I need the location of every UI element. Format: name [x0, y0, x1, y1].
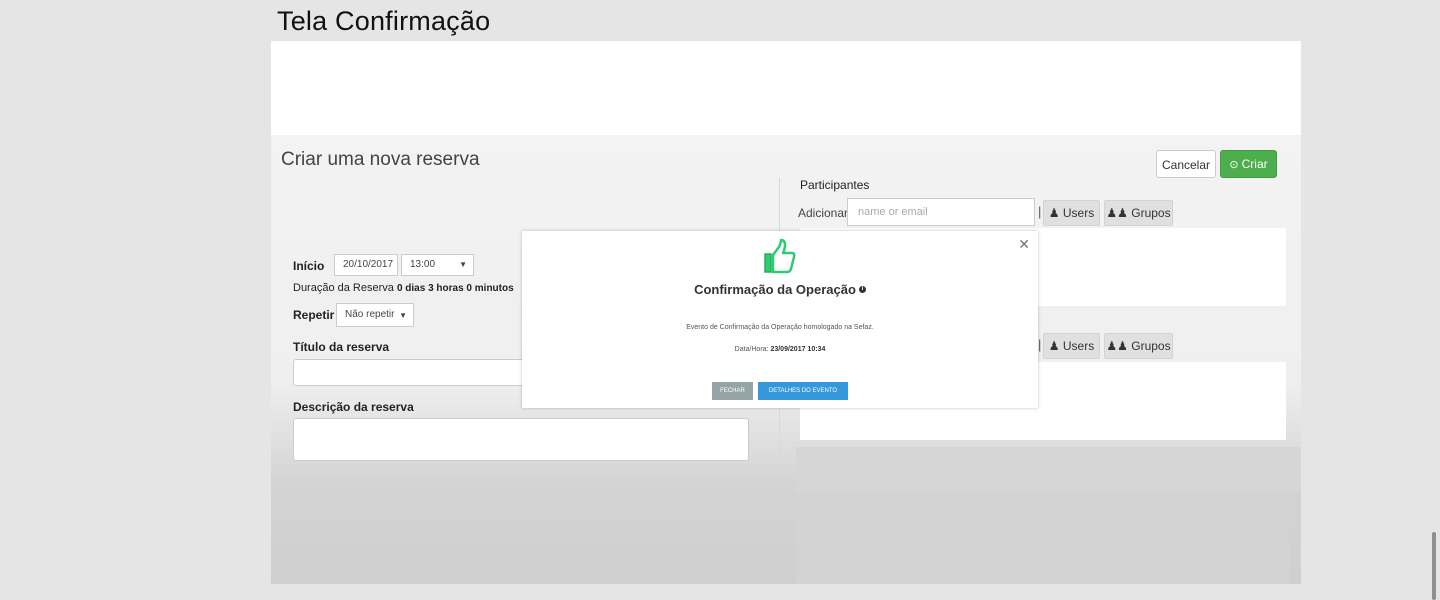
group-icon: ♟♟: [1106, 206, 1128, 220]
time-select[interactable]: 13:00 ▼: [401, 254, 474, 276]
users-button-label: Users: [1062, 339, 1095, 353]
repetir-label: Repetir: [293, 308, 335, 322]
panel-footer-shade: [796, 491, 1289, 584]
user-icon: ♟: [1048, 339, 1060, 353]
frame-header-area: [271, 41, 1301, 135]
modal-date-label: Data/Hora:: [734, 346, 769, 353]
modal-title-text: Confirmação da Operação: [694, 282, 856, 297]
chevron-down-icon: ▼: [399, 311, 407, 320]
separator: |: [1038, 204, 1042, 219]
modal-date-value: 23/09/2017 10:34: [770, 346, 826, 353]
groups-button[interactable]: ♟♟ Grupos: [1104, 333, 1173, 359]
duracao-value: 0 dias 3 horas 0 minutos: [396, 283, 514, 294]
info-icon: i: [858, 286, 866, 293]
panel-footer-shade: [796, 447, 1301, 491]
event-details-button[interactable]: DETALHES DO EVENTO: [758, 382, 848, 400]
chevron-down-icon: ▼: [459, 260, 467, 269]
modal-date: Data/Hora: 23/09/2017 10:34: [522, 346, 1038, 353]
close-button[interactable]: FECHAR: [712, 382, 753, 400]
repeat-select[interactable]: Não repetir ▼: [336, 303, 414, 327]
separator: |: [1038, 337, 1042, 352]
confirmation-modal: ✕ Confirmação da Operação i Evento de Con…: [522, 231, 1038, 408]
description-textarea[interactable]: [293, 418, 749, 461]
cancel-button[interactable]: Cancelar: [1156, 150, 1216, 178]
thumbs-up-icon: [764, 238, 796, 274]
participant-search-input[interactable]: name or email: [847, 198, 1035, 226]
groups-button-label: Grupos: [1131, 339, 1171, 353]
date-value: 20/10/2017: [343, 259, 394, 270]
date-input[interactable]: 20/10/2017: [334, 254, 398, 276]
page-scrollbar[interactable]: [1432, 532, 1436, 600]
users-button-label: Users: [1062, 206, 1095, 220]
modal-message: Evento de Confirmação da Operação homolo…: [686, 324, 874, 331]
group-icon: ♟♟: [1106, 339, 1128, 353]
add-label: Adicionar: [798, 206, 849, 220]
create-button[interactable]: ⊙ Criar: [1220, 150, 1277, 178]
participants-heading: Participantes: [800, 178, 870, 192]
time-value: 13:00: [410, 259, 436, 270]
close-icon[interactable]: ✕: [1018, 236, 1030, 253]
check-circle-icon: ⊙: [1229, 159, 1239, 171]
groups-button[interactable]: ♟♟ Grupos: [1104, 200, 1173, 226]
users-button[interactable]: ♟ Users: [1043, 333, 1100, 359]
inicio-label: Início: [293, 259, 325, 273]
repeat-value: Não repetir: [345, 309, 395, 320]
duracao-label: Duração da Reserva: [293, 282, 394, 294]
title-input[interactable]: [293, 359, 529, 386]
form-title: Criar uma nova reserva: [281, 149, 480, 170]
user-icon: ♟: [1048, 206, 1060, 220]
titulo-label: Título da reserva: [293, 340, 390, 354]
page-title: Tela Confirmação: [277, 6, 491, 36]
descricao-label: Descrição da reserva: [293, 400, 414, 414]
users-button[interactable]: ♟ Users: [1043, 200, 1100, 226]
duracao-row: Duração da Reserva 0 dias 3 horas 0 minu…: [293, 282, 514, 294]
modal-title: Confirmação da Operação i: [522, 282, 1038, 297]
groups-button-label: Grupos: [1131, 206, 1171, 220]
create-button-label: Criar: [1241, 157, 1268, 171]
